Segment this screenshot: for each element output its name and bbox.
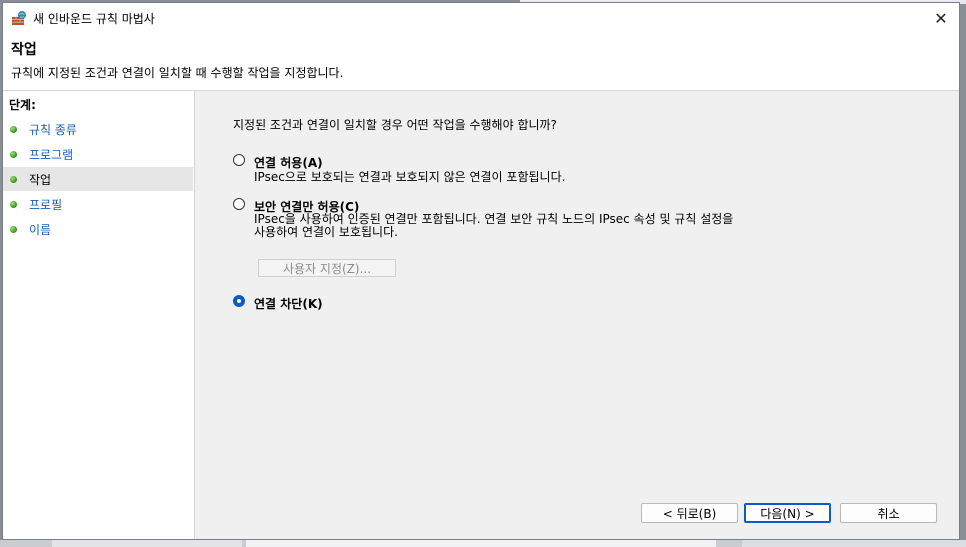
title-bar[interactable]: 새 인바운드 규칙 마법사 ✕ — [3, 3, 959, 33]
step-label: 프로필 — [29, 198, 63, 212]
step-current-icon — [10, 176, 17, 183]
allow-secure-connection-description-line2: 사용하여 연결이 보호됩니다. — [254, 225, 398, 239]
background-segment — [246, 540, 716, 547]
step-complete-icon — [10, 226, 17, 233]
step-label: 규칙 종류 — [29, 123, 77, 137]
allow-connection-description: IPsec으로 보호되는 연결과 보호되지 않은 연결이 포함됩니다. — [254, 170, 566, 184]
step-item-profile[interactable]: 프로필 — [3, 192, 193, 216]
wizard-window: 새 인바운드 규칙 마법사 ✕ 작업 규칙에 지정된 조건과 연결이 일치할 때… — [2, 2, 960, 540]
step-item-action[interactable]: 작업 — [3, 167, 193, 191]
close-icon[interactable]: ✕ — [923, 3, 959, 33]
step-item-rule-type[interactable]: 규칙 종류 — [3, 117, 193, 141]
step-complete-icon — [10, 201, 17, 208]
allow-secure-connection-radio[interactable] — [233, 198, 245, 210]
page-title: 작업 — [11, 42, 37, 58]
steps-title: 단계: — [9, 98, 36, 112]
allow-connection-label[interactable]: 연결 허용(A) — [254, 154, 323, 171]
customize-button[interactable]: 사용자 지정(Z)... — [258, 259, 396, 277]
page-header: 작업 규칙에 지정된 조건과 연결이 일치할 때 수행할 작업을 지정합니다. — [3, 33, 959, 91]
step-complete-icon — [10, 126, 17, 133]
next-button[interactable]: 다음(N) > — [744, 503, 831, 523]
background-segment — [52, 540, 242, 547]
background-taskbar-edge — [0, 540, 966, 547]
background-segment — [742, 540, 966, 547]
steps-panel: 단계: 규칙 종류 프로그램 작업 프로필 이름 — [3, 91, 195, 539]
firewall-wall-icon — [11, 10, 27, 26]
block-connection-radio[interactable] — [233, 295, 245, 307]
page-description: 규칙에 지정된 조건과 연결이 일치할 때 수행할 작업을 지정합니다. — [11, 66, 344, 80]
action-content: 지정된 조건과 연결이 일치할 경우 어떤 작업을 수행해야 합니까? 연결 허… — [197, 91, 959, 539]
step-label: 이름 — [29, 223, 52, 237]
step-complete-icon — [10, 151, 17, 158]
action-question: 지정된 조건과 연결이 일치할 경우 어떤 작업을 수행해야 합니까? — [233, 118, 557, 132]
step-label: 프로그램 — [29, 148, 74, 162]
step-label: 작업 — [29, 173, 52, 187]
allow-connection-radio[interactable] — [233, 154, 245, 166]
back-button[interactable]: < 뒤로(B) — [641, 503, 738, 523]
cancel-button[interactable]: 취소 — [840, 503, 937, 523]
step-item-name[interactable]: 이름 — [3, 217, 193, 241]
step-item-program[interactable]: 프로그램 — [3, 142, 193, 166]
window-title: 새 인바운드 규칙 마법사 — [33, 12, 155, 26]
block-connection-label[interactable]: 연결 차단(K) — [254, 295, 323, 312]
